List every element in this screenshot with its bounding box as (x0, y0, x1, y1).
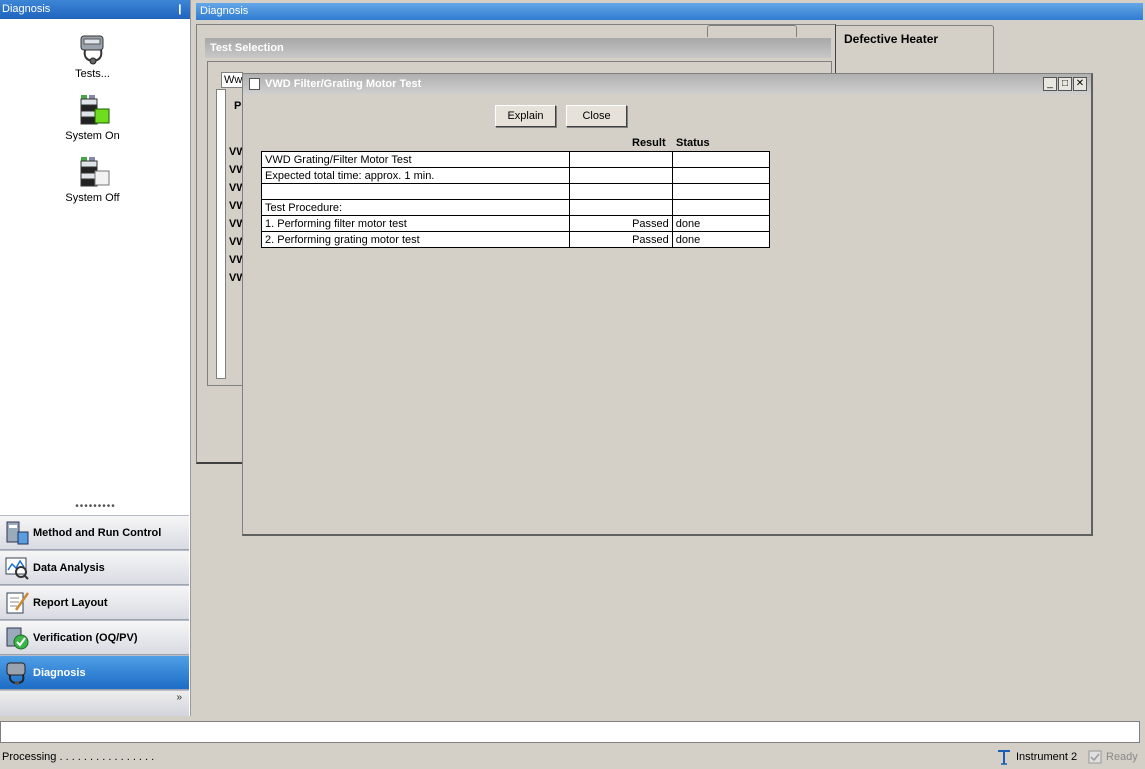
test-selection-title: Test Selection (205, 38, 831, 58)
status-cell (671, 183, 771, 200)
document-icon (249, 78, 260, 90)
result-cell (568, 199, 673, 216)
stethoscope-icon (75, 30, 111, 66)
result-cell: Passed (568, 231, 673, 248)
nav-label: Diagnosis (33, 666, 86, 679)
nav-label: Verification (OQ/PV) (33, 631, 138, 644)
close-button[interactable]: Close (566, 105, 627, 127)
step-cell: 1. Performing filter motor test (261, 215, 570, 232)
close-icon[interactable]: ✕ (1073, 77, 1087, 91)
motor-test-dialog: VWD Filter/Grating Motor Test _ □ ✕ Expl… (242, 73, 1093, 536)
dialog-title: VWD Filter/Grating Motor Test (265, 78, 422, 90)
verification-icon (4, 625, 30, 651)
background-tab[interactable] (707, 25, 797, 37)
ready-icon (1088, 750, 1102, 764)
dialog-title-bar[interactable]: VWD Filter/Grating Motor Test _ □ ✕ (243, 74, 1091, 94)
instrument-icon (998, 750, 1010, 765)
step-cell (261, 183, 570, 200)
report-layout-icon (4, 590, 30, 616)
step-cell: VWD Grating/Filter Motor Test (261, 151, 570, 168)
system-off-tool[interactable]: System Off (0, 154, 185, 204)
test-list-edge (216, 89, 226, 379)
step-cell: Expected total time: approx. 1 min. (261, 167, 570, 184)
nav-verification[interactable]: Verification (OQ/PV) (0, 620, 189, 655)
instrument-label: Instrument 2 (1016, 751, 1078, 763)
system-off-label: System Off (65, 192, 120, 204)
panel-splitter[interactable]: ••••••••• (0, 502, 191, 514)
chevron-more-icon[interactable]: » (176, 693, 182, 703)
ready-status: Ready (1088, 746, 1138, 768)
table-row: 2. Performing grating motor test Passed do… (261, 231, 771, 248)
pin-icon[interactable]: ❙ (176, 0, 184, 19)
nav-diagnosis[interactable]: Diagnosis (0, 655, 189, 690)
window-controls: _ □ ✕ (1043, 77, 1087, 91)
result-cell (568, 167, 673, 184)
nav-overflow[interactable]: » (0, 690, 189, 716)
system-on-tool[interactable]: System On (0, 92, 185, 142)
diagnosis-header: Diagnosis (196, 3, 1143, 20)
step-cell: Test Procedure: (261, 199, 570, 216)
explain-button[interactable]: Explain (495, 105, 556, 127)
status-bar: Processing . . . . . . . . . . . . . . .… (0, 746, 1145, 769)
table-row: 1. Performing filter motor test Passed don… (261, 215, 771, 232)
minimize-icon[interactable]: _ (1043, 77, 1057, 91)
panel-title: Diagnosis (2, 3, 51, 15)
left-panel: Diagnosis ❙ Tests... System On System Of… (0, 0, 191, 716)
instrument-stack-off-icon (75, 154, 111, 190)
status-cell (671, 151, 771, 168)
defective-heater-label: Defective Heater (844, 32, 939, 46)
maximize-icon[interactable]: □ (1058, 77, 1072, 91)
tests-label: Tests... (75, 68, 110, 80)
nav-method-run-control[interactable]: Method and Run Control (0, 515, 189, 550)
step-cell: 2. Performing grating motor test (261, 231, 570, 248)
nav-report-layout[interactable]: Report Layout (0, 585, 189, 620)
ready-label: Ready (1106, 751, 1138, 763)
status-cell (671, 167, 771, 184)
status-processing: Processing . . . . . . . . . . . . . . .… (2, 751, 155, 763)
nav-label: Report Layout (33, 596, 108, 609)
nav-data-analysis[interactable]: Data Analysis (0, 550, 189, 585)
status-column-header: Status (676, 137, 710, 149)
command-line-input[interactable] (0, 721, 1140, 743)
table-row: Expected total time: approx. 1 min. (261, 167, 771, 184)
instrument-stack-on-icon (75, 92, 111, 128)
table-row: Test Procedure: (261, 199, 771, 216)
status-cell: done (671, 215, 771, 232)
method-run-icon (4, 520, 30, 546)
result-cell: Passed (568, 215, 673, 232)
result-cell (568, 151, 673, 168)
table-row (261, 183, 771, 200)
result-cell (568, 183, 673, 200)
status-cell (671, 199, 771, 216)
panel-header: Diagnosis ❙ (0, 0, 190, 19)
status-cell: done (671, 231, 771, 248)
nav-label: Data Analysis (33, 561, 105, 574)
system-on-label: System On (65, 130, 120, 142)
data-analysis-icon (4, 555, 30, 581)
tests-tool[interactable]: Tests... (0, 30, 185, 80)
table-row: VWD Grating/Filter Motor Test (261, 151, 771, 168)
diagnosis-icon (4, 660, 30, 686)
test-results-table: VWD Grating/Filter Motor Test Expected t… (261, 151, 771, 248)
test-filter-box[interactable]: Ww (221, 72, 243, 88)
nav-label: Method and Run Control (33, 526, 162, 539)
partial-label: P (234, 100, 242, 112)
result-column-header: Result (632, 137, 666, 149)
instrument-status[interactable]: Instrument 2 (996, 746, 1077, 768)
